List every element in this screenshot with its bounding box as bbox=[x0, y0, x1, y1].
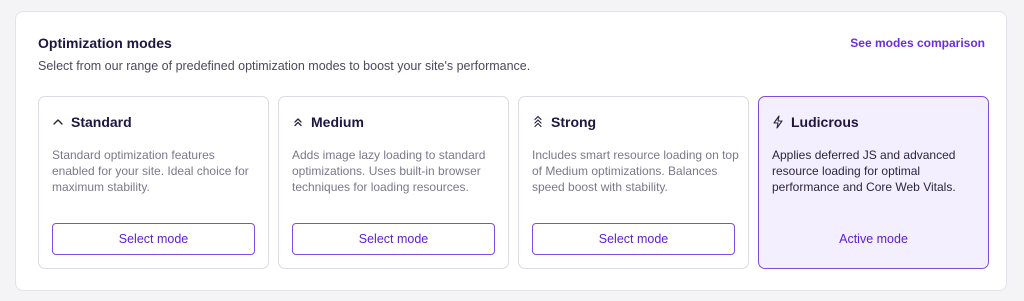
card-header: Medium bbox=[292, 114, 364, 130]
chevron-up-icon bbox=[52, 115, 64, 129]
select-mode-button-medium[interactable]: Select mode bbox=[292, 223, 495, 255]
card-header: Standard bbox=[52, 114, 132, 130]
mode-card-ludicrous[interactable]: Ludicrous Applies deferred JS and advanc… bbox=[758, 96, 989, 269]
card-title: Ludicrous bbox=[791, 114, 859, 130]
card-description: Adds image lazy loading to standard opti… bbox=[292, 148, 486, 194]
select-mode-button-standard[interactable]: Select mode bbox=[52, 223, 255, 255]
card-title: Medium bbox=[311, 114, 364, 130]
mode-card-medium[interactable]: Medium Adds image lazy loading to standa… bbox=[278, 96, 509, 269]
section-title: Optimization modes bbox=[38, 35, 172, 51]
see-modes-comparison-link[interactable]: See modes comparison bbox=[850, 36, 985, 50]
card-title: Strong bbox=[551, 114, 597, 130]
card-description: Standard optimization features enabled f… bbox=[52, 148, 249, 194]
card-header: Ludicrous bbox=[772, 114, 859, 130]
select-mode-button-strong[interactable]: Select mode bbox=[532, 223, 735, 255]
optimization-modes-panel: Optimization modes See modes comparison … bbox=[15, 11, 1007, 291]
card-header: Strong bbox=[532, 114, 596, 130]
mode-cards: Standard Standard optimization features … bbox=[38, 96, 989, 269]
double-chevron-up-icon bbox=[292, 115, 304, 129]
section-subtitle: Select from our range of predefined opti… bbox=[38, 59, 531, 73]
card-description: Applies deferred JS and advanced resourc… bbox=[772, 148, 956, 194]
mode-card-standard[interactable]: Standard Standard optimization features … bbox=[38, 96, 269, 269]
active-mode-label: Active mode bbox=[839, 232, 908, 246]
triple-chevron-up-icon bbox=[532, 115, 544, 129]
lightning-icon bbox=[772, 115, 784, 129]
card-description: Includes smart resource loading on top o… bbox=[532, 148, 739, 194]
card-title: Standard bbox=[71, 114, 132, 130]
mode-card-strong[interactable]: Strong Includes smart resource loading o… bbox=[518, 96, 749, 269]
